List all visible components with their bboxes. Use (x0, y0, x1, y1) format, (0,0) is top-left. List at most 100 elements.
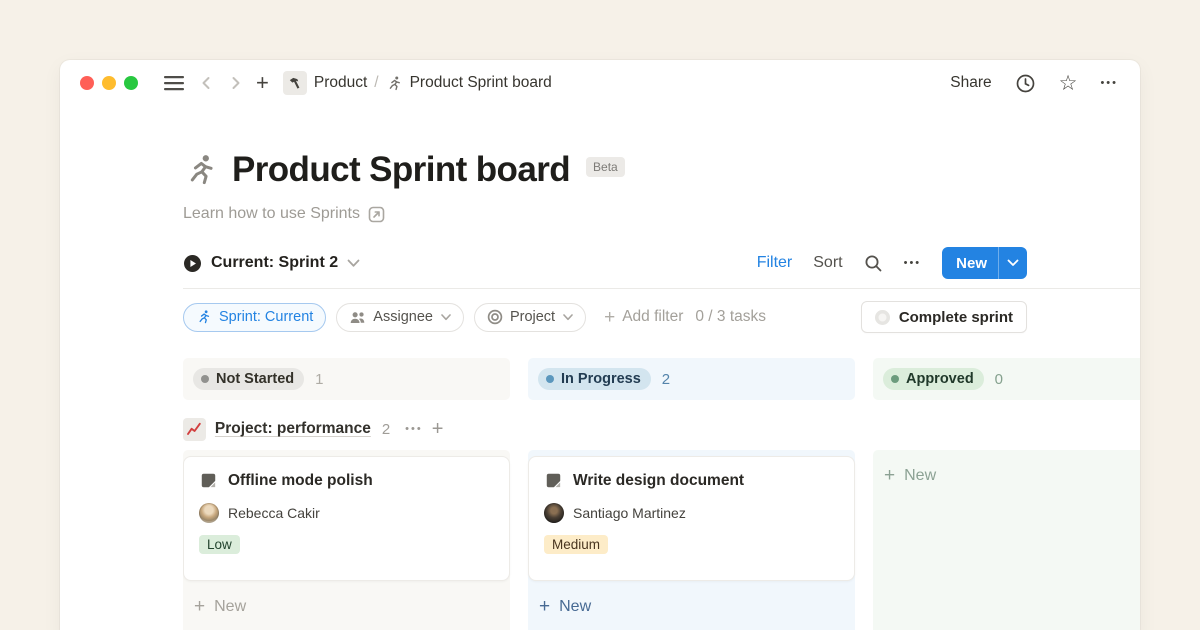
share-button[interactable]: Share (950, 74, 991, 92)
status-pill[interactable]: In Progress (538, 368, 651, 390)
card-title-row: Offline mode polish (199, 471, 494, 490)
view-options-icon[interactable]: ••• (904, 257, 922, 269)
view-toolbar: Current: Sprint 2 Filter Sort ••• New (183, 245, 1027, 281)
assignee-filter-chip[interactable]: Assignee (336, 303, 464, 332)
history-clock-icon[interactable] (1015, 73, 1036, 94)
page-icon (544, 471, 563, 490)
more-options-icon[interactable]: ••• (1100, 77, 1118, 89)
chevron-down-icon (563, 314, 573, 321)
plus-icon: + (884, 466, 895, 485)
minimize-window-button[interactable] (102, 76, 116, 90)
page-icon (199, 471, 218, 490)
product-hammer-icon[interactable] (283, 71, 307, 95)
sidebar-menu-icon[interactable] (164, 75, 184, 91)
add-card-button-approved[interactable]: + New (873, 466, 1140, 485)
status-pill[interactable]: Not Started (193, 368, 304, 390)
search-icon[interactable] (864, 254, 883, 273)
card-tag-row: Medium (544, 535, 839, 554)
window-controls (80, 76, 138, 90)
sort-button[interactable]: Sort (813, 254, 842, 272)
filter-bar: Sprint: Current Assignee Project (183, 301, 1027, 333)
target-icon (487, 309, 503, 325)
assignee-filter-chip-label: Assignee (373, 309, 433, 325)
column-count: 2 (662, 371, 670, 388)
card-title: Write design document (573, 472, 744, 490)
chevron-down-icon (441, 314, 451, 321)
maximize-window-button[interactable] (124, 76, 138, 90)
avatar (199, 503, 219, 523)
forward-icon[interactable] (228, 74, 244, 92)
page-icon-runner[interactable] (183, 152, 219, 188)
group-count: 2 (382, 421, 390, 438)
group-options-icon[interactable]: ••• (405, 423, 423, 435)
card-offline-mode-polish[interactable]: Offline mode polish Rebecca Cakir Low (183, 456, 510, 581)
new-button-chevron-icon[interactable] (999, 259, 1027, 267)
group-add-icon[interactable]: + (432, 419, 444, 439)
back-icon[interactable] (198, 74, 214, 92)
add-filter-button[interactable]: + Add filter (604, 308, 683, 327)
add-card-button-not-started[interactable]: + New (183, 597, 510, 616)
card-assignee-row: Rebecca Cakir (199, 503, 494, 523)
status-label: Not Started (216, 371, 294, 387)
card-title-row: Write design document (544, 471, 839, 490)
breadcrumb-separator: / (374, 74, 378, 92)
play-circle-icon (183, 254, 202, 273)
sprint-progress-circle-icon (875, 310, 890, 325)
group-row-project-performance: ▼ Project: performance 2 ••• + (183, 409, 1140, 449)
priority-tag: Medium (544, 535, 608, 554)
close-window-button[interactable] (80, 76, 94, 90)
breadcrumb-current[interactable]: Product Sprint board (410, 74, 552, 92)
project-filter-chip-label: Project (510, 309, 555, 325)
card-tag-row: Low (199, 535, 494, 554)
sprint-filter-chip[interactable]: Sprint: Current (183, 303, 326, 332)
tasks-count: 0 / 3 tasks (695, 308, 766, 326)
column-count: 0 (995, 371, 1003, 388)
page-content: Product Sprint board Beta Learn how to u… (60, 150, 1140, 630)
new-button-label: New (942, 255, 998, 272)
add-card-label: New (214, 598, 246, 616)
board-columns: Offline mode polish Rebecca Cakir Low + … (183, 450, 1140, 630)
people-icon (349, 309, 366, 326)
sprint-board: Not Started 1 In Progress 2 Approved (183, 358, 1140, 630)
filter-button[interactable]: Filter (757, 254, 793, 272)
complete-sprint-label: Complete sprint (899, 309, 1013, 326)
beta-badge: Beta (586, 157, 625, 177)
learn-link[interactable]: Learn how to use Sprints (183, 205, 1140, 223)
status-label: In Progress (561, 371, 641, 387)
app-window: + Product / Product Sprint board Share ☆… (60, 60, 1140, 630)
status-pill[interactable]: Approved (883, 368, 984, 390)
add-filter-label: Add filter (622, 308, 683, 326)
add-card-label: New (559, 598, 591, 616)
add-card-button-in-progress[interactable]: + New (528, 597, 855, 616)
column-not-started: Offline mode polish Rebecca Cakir Low + … (183, 450, 510, 630)
sprint-selector[interactable]: Current: Sprint 2 (183, 254, 360, 273)
card-write-design-document[interactable]: Write design document Santiago Martinez … (528, 456, 855, 581)
chart-icon (183, 418, 206, 441)
group-title[interactable]: Project: performance (215, 420, 371, 438)
column-count: 1 (315, 371, 323, 388)
sprint-selector-label: Current: Sprint 2 (211, 254, 338, 272)
sprint-filter-chip-label: Sprint: Current (219, 309, 313, 325)
new-page-icon[interactable]: + (256, 72, 269, 94)
status-dot-icon (201, 375, 209, 383)
project-filter-chip[interactable]: Project (474, 303, 586, 332)
titlebar: + Product / Product Sprint board Share ☆… (60, 60, 1140, 106)
page-title: Product Sprint board (232, 150, 570, 190)
column-header-in-progress: In Progress 2 (528, 358, 855, 400)
add-card-label: New (904, 467, 936, 485)
card-title: Offline mode polish (228, 472, 373, 490)
chevron-down-icon (347, 259, 360, 268)
external-link-icon (368, 206, 385, 223)
column-approved: + New (873, 450, 1140, 630)
new-button[interactable]: New (942, 247, 1027, 279)
breadcrumb: Product / Product Sprint board (283, 71, 552, 95)
learn-link-label: Learn how to use Sprints (183, 205, 360, 223)
favorite-star-icon[interactable]: ☆ (1059, 73, 1078, 94)
complete-sprint-button[interactable]: Complete sprint (861, 301, 1027, 333)
breadcrumb-product[interactable]: Product (314, 74, 367, 92)
column-in-progress: Write design document Santiago Martinez … (528, 450, 855, 630)
runner-icon (196, 309, 212, 325)
assignee-name: Santiago Martinez (573, 505, 686, 521)
card-assignee-row: Santiago Martinez (544, 503, 839, 523)
toolbar-actions: Filter Sort ••• New (757, 247, 1027, 279)
